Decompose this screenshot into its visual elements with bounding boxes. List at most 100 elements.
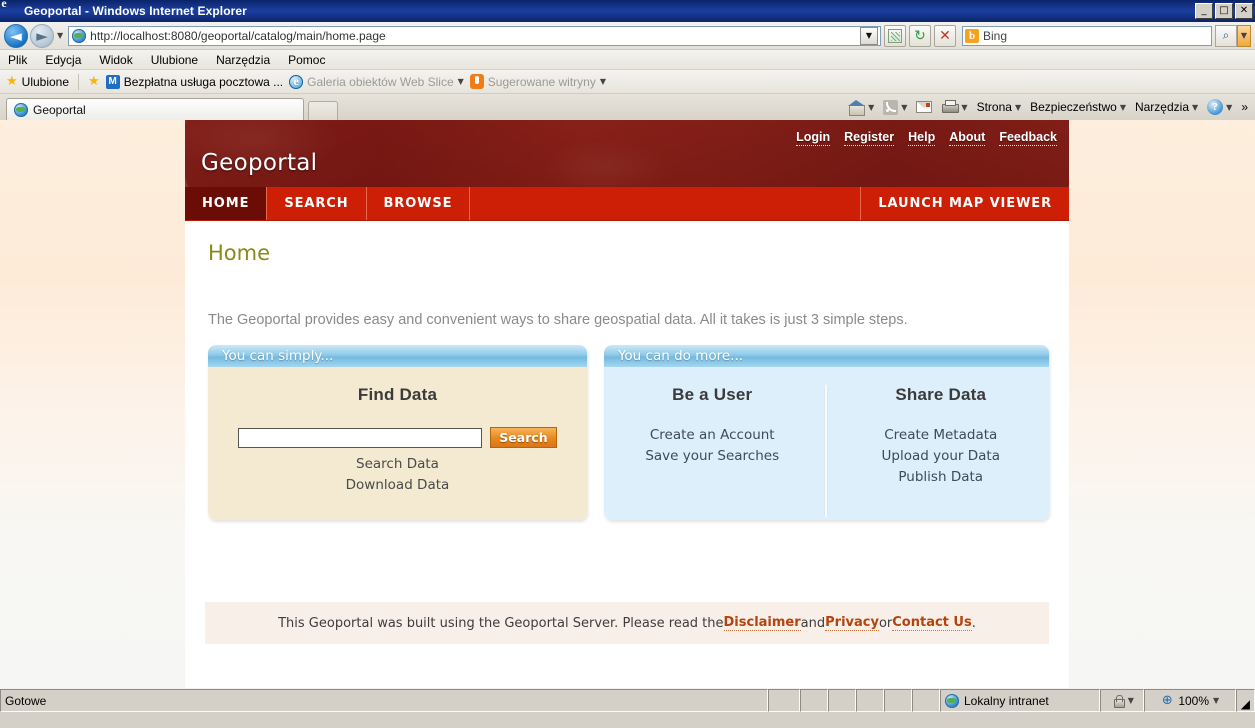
feeds-button[interactable]: ▼ [880, 99, 910, 115]
feedback-link[interactable]: Feedback [999, 130, 1057, 146]
panel-body: Be a User Create an Account Save your Se… [603, 367, 1049, 520]
page-title: Home [208, 241, 271, 265]
favorite-label: Sugerowane witryny [487, 74, 596, 89]
panel-heading-be-a-user: Be a User [672, 385, 753, 404]
search-input[interactable] [238, 427, 483, 448]
disclaimer-link[interactable]: Disclaimer [723, 615, 801, 631]
login-link[interactable]: Login [796, 130, 831, 146]
favorites-button[interactable]: ★ Ulubione [6, 75, 69, 89]
resize-grip[interactable]: ◢ [1235, 689, 1255, 712]
search-go-button[interactable]: ⌕ [1215, 24, 1237, 47]
nav-item-home[interactable]: HOME [185, 187, 268, 220]
command-bar-overflow-button[interactable]: » [1238, 100, 1251, 114]
star-icon: ★ [6, 74, 18, 89]
star-plus-icon: ★ [88, 74, 100, 89]
status-cell-blank [884, 689, 912, 712]
favorite-label: Bezpłatna usługa pocztowa ... [123, 74, 284, 89]
url-dropdown-icon[interactable]: ▼ [860, 26, 878, 45]
save-your-searches-link[interactable]: Save your Searches [604, 448, 821, 464]
create-metadata-link[interactable]: Create Metadata [832, 427, 1049, 443]
ie-icon [289, 74, 304, 89]
page-intro-text: The Geoportal provides easy and convenie… [208, 312, 908, 328]
menu-item-widok[interactable]: Widok [99, 53, 132, 67]
column-share-data: Share Data Create Metadata Upload your D… [832, 385, 1049, 520]
browser-tab-geoportal[interactable]: Geoportal [6, 98, 304, 120]
stop-icon: ✕ [939, 27, 951, 44]
chevron-down-icon[interactable]: ▼ [458, 77, 464, 86]
history-dropdown-icon[interactable]: ▼ [57, 31, 63, 40]
ie-app-icon [4, 3, 20, 19]
register-link[interactable]: Register [844, 130, 895, 146]
launch-map-viewer-button[interactable]: LAUNCH MAP VIEWER [860, 187, 1069, 220]
minimize-button[interactable]: _ [1195, 3, 1213, 19]
favorite-item-web-slice-gallery[interactable]: Galeria obiektów Web Slice ▼ [289, 74, 464, 89]
menu-item-ulubione[interactable]: Ulubione [151, 53, 198, 67]
panel-body: Find Data Search Search Data Download Da… [208, 367, 587, 520]
chevron-down-icon[interactable]: ▼ [1120, 103, 1126, 112]
compatibility-view-button[interactable] [884, 24, 906, 47]
page-content: Home The Geoportal provides easy and con… [185, 221, 1069, 520]
download-data-link[interactable]: Download Data [208, 477, 587, 493]
new-tab-button[interactable] [308, 101, 338, 120]
chevron-down-icon[interactable]: ▼ [1192, 103, 1198, 112]
panel-header: You can do more... [603, 345, 1049, 367]
mail-button[interactable] [913, 101, 935, 113]
close-button[interactable]: ✕ [1235, 3, 1253, 19]
safety-menu-label: Bezpieczeństwo [1030, 100, 1117, 114]
tools-menu-button[interactable]: Narzędzia ▼ [1132, 100, 1201, 114]
create-an-account-link[interactable]: Create an Account [604, 427, 821, 443]
favorite-item-msn-mail[interactable]: M Bezpłatna usługa pocztowa ... [105, 74, 284, 89]
tab-bar: Geoportal ▼ ▼ ▼ Strona ▼ Bezpieczeństwo … [0, 94, 1255, 120]
browser-search-input[interactable]: b Bing [962, 25, 1212, 46]
menu-item-plik[interactable]: Plik [8, 53, 27, 67]
chevron-down-icon[interactable]: ▼ [600, 77, 606, 86]
status-bar: Gotowe Lokalny intranet ▼ ⊕ 100% ▼ ◢ [0, 688, 1255, 712]
search-button[interactable]: Search [490, 427, 557, 448]
privacy-link[interactable]: Privacy [825, 615, 879, 631]
footer-text-mid2: or [878, 615, 893, 631]
search-provider-dropdown[interactable]: ▼ [1237, 24, 1251, 47]
help-menu-button[interactable]: ? ▼ [1204, 99, 1235, 115]
stop-button[interactable]: ✕ [934, 24, 956, 47]
refresh-button[interactable]: ↻ [909, 24, 931, 47]
security-zone[interactable]: Lokalny intranet [940, 689, 1100, 712]
menu-item-pomoc[interactable]: Pomoc [288, 53, 325, 67]
status-cell-blank [768, 689, 800, 712]
chevron-down-icon[interactable]: ▼ [868, 103, 874, 112]
protected-mode-indicator[interactable]: ▼ [1099, 689, 1144, 712]
back-button[interactable]: ◄ [4, 23, 28, 48]
search-data-link[interactable]: Search Data [208, 456, 587, 472]
chevron-down-icon[interactable]: ▼ [1128, 696, 1134, 705]
intranet-globe-icon [945, 693, 959, 708]
maximize-button[interactable]: □ [1215, 3, 1233, 19]
forward-button[interactable]: ► [30, 23, 54, 48]
menu-item-narzedzia[interactable]: Narzędzia [216, 53, 270, 67]
nav-item-search[interactable]: SEARCH [267, 187, 367, 220]
chevron-down-icon[interactable]: ▼ [901, 103, 907, 112]
url-input[interactable]: http://localhost:8080/geoportal/catalog/… [68, 25, 881, 46]
search-provider-label: Bing [983, 28, 1008, 43]
about-link[interactable]: About [949, 130, 986, 146]
page-menu-button[interactable]: Strona ▼ [974, 100, 1025, 114]
chevron-down-icon[interactable]: ▼ [1213, 696, 1219, 705]
nav-item-browse[interactable]: BROWSE [367, 187, 471, 220]
help-link[interactable]: Help [908, 130, 936, 146]
msn-icon: M [105, 74, 120, 89]
chevron-down-icon[interactable]: ▼ [1226, 103, 1232, 112]
publish-data-link[interactable]: Publish Data [832, 469, 1049, 485]
zoom-control[interactable]: ⊕ 100% ▼ [1143, 689, 1236, 712]
footer-text-before: This Geoportal was built using the Geopo… [278, 615, 724, 631]
page-viewport: Geoportal Login Register Help About Feed… [0, 120, 1255, 688]
favorite-item-suggested-sites[interactable]: Sugerowane witryny ▼ [469, 74, 606, 89]
chevron-down-icon[interactable]: ▼ [961, 103, 967, 112]
add-to-favorites-bar-button[interactable]: ★ [88, 75, 100, 88]
chevron-down-icon[interactable]: ▼ [1015, 103, 1021, 112]
home-button[interactable]: ▼ [845, 99, 877, 116]
panel-you-can-do-more: You can do more... Be a User Create an A… [603, 345, 1049, 520]
print-button[interactable]: ▼ [938, 100, 970, 114]
upload-your-data-link[interactable]: Upload your Data [832, 448, 1049, 464]
address-bar: ◄ ► ▼ http://localhost:8080/geoportal/ca… [0, 22, 1255, 50]
menu-item-edycja[interactable]: Edycja [45, 53, 81, 67]
contact-us-link[interactable]: Contact Us [892, 615, 972, 631]
safety-menu-button[interactable]: Bezpieczeństwo ▼ [1027, 100, 1129, 114]
